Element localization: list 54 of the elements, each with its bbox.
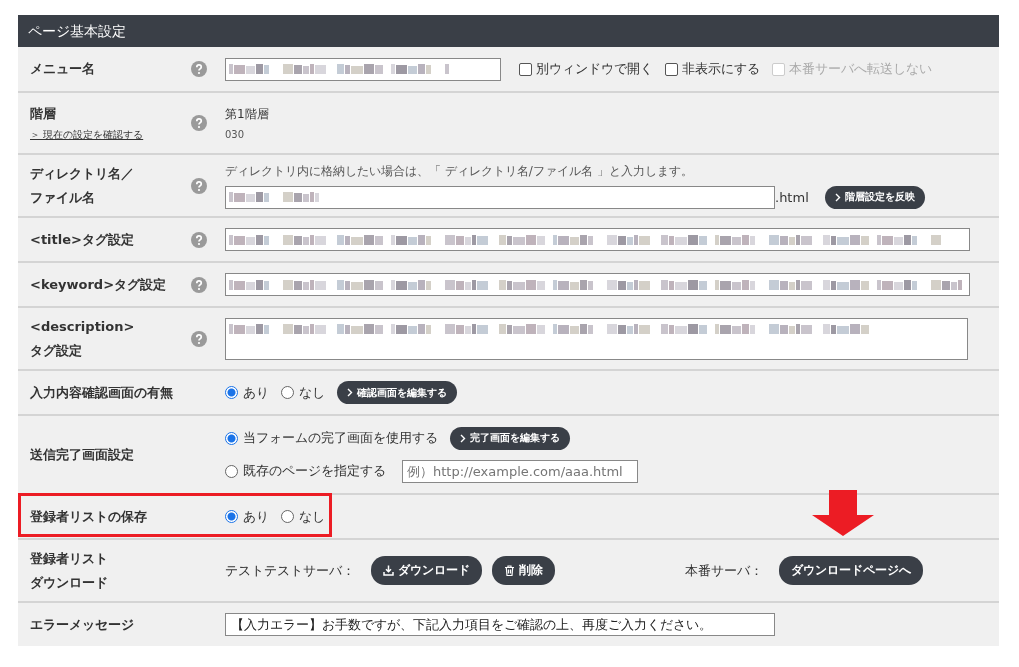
field-label: <keyword>タグ設定 [30, 275, 168, 294]
chevron-icon [460, 433, 466, 443]
field-label: ダウンロード [30, 573, 109, 592]
field-label: 入力内容確認画面の有無 [30, 383, 173, 402]
apply-hierarchy-button[interactable]: 階層設定を反映 [824, 185, 925, 209]
description-textarea[interactable] [225, 317, 968, 360]
field-label: 登録者リストの保存 [30, 507, 148, 526]
field-label: <title>タグ設定 [30, 230, 135, 249]
field-label: ファイル名 [30, 188, 96, 207]
help-icon[interactable] [191, 61, 207, 77]
radio-option[interactable]: 当フォームの完了画面を使用する [225, 429, 438, 447]
chevron-icon [347, 388, 353, 397]
menu-name-field[interactable] [225, 57, 501, 81]
download-page-button[interactable]: ダウンロードページへ [779, 556, 923, 585]
checkbox-option[interactable]: 非表示にする [665, 60, 760, 78]
edit-completion-screen-button[interactable]: 完了画面を編集する [450, 426, 570, 450]
chevron-icon [834, 192, 841, 202]
download-button[interactable]: ダウンロード [371, 556, 482, 585]
trash-icon [504, 565, 515, 576]
text-field[interactable] [225, 273, 970, 296]
field-label: <description> [30, 317, 136, 336]
panel-title: ページ基本設定 [18, 15, 999, 47]
field-label: メニュー名 [30, 60, 96, 78]
checkbox-option[interactable]: 別ウィンドウで開く [519, 60, 653, 78]
server-label: テストテストサーバ： [225, 561, 355, 580]
hint-text: ディレクトリ内に格納したい場合は、「 ディレクトリ名/ファイル名 」と入力します。 [225, 162, 694, 180]
file-name-field[interactable] [225, 185, 775, 209]
radio-option[interactable]: なし [281, 507, 325, 526]
download-icon [383, 565, 394, 576]
hierarchy-level: 第1階層 [225, 106, 269, 123]
radio-option[interactable]: あり [225, 507, 269, 526]
help-icon[interactable] [191, 231, 207, 248]
help-icon[interactable] [191, 276, 207, 293]
url-field[interactable]: 例）http://example.com/aaa.html [402, 459, 638, 483]
field-label: 階層 [30, 105, 57, 123]
check-settings-link[interactable]: ＞ 現在の設定を確認する [30, 128, 173, 142]
text-field[interactable]: 【入力エラー】お手数ですが、下記入力項目をご確認の上、再度ご入力ください。 [225, 613, 775, 636]
edit-confirm-screen-button[interactable]: 確認画面を編集する [337, 381, 457, 404]
field-label: エラーメッセージ [30, 615, 135, 634]
field-label: 送信完了画面設定 [30, 445, 135, 464]
help-icon[interactable] [191, 177, 207, 194]
hierarchy-code: 030 [225, 129, 246, 140]
field-label: 登録者リスト [30, 549, 109, 568]
help-icon[interactable] [191, 115, 207, 131]
help-icon[interactable] [191, 330, 207, 347]
radio-option[interactable]: なし [281, 383, 325, 402]
field-label: ディレクトリ名／ [30, 164, 135, 183]
radio-option[interactable]: あり [225, 383, 269, 402]
field-label: タグ設定 [30, 341, 83, 360]
text-field[interactable] [225, 228, 970, 251]
radio-option[interactable]: 既存のページを指定する [225, 462, 386, 480]
file-extension: .html [775, 189, 809, 205]
delete-button[interactable]: 削除 [492, 556, 555, 585]
server-label: 本番サーバ： [685, 561, 763, 580]
